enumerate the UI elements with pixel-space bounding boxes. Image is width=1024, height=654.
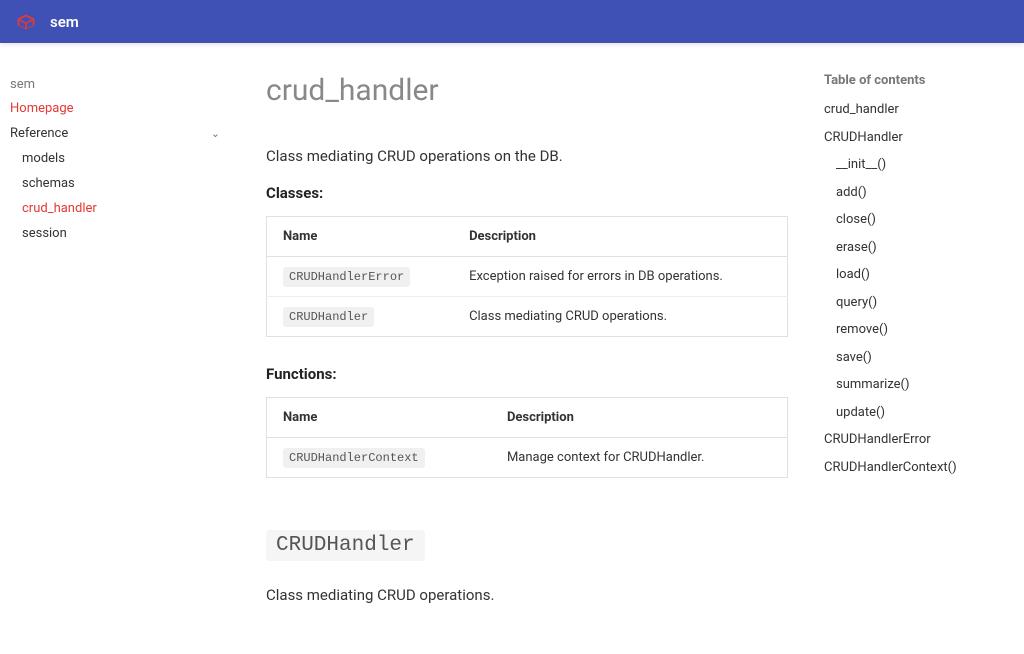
nav-project-title: sem [10,73,220,96]
table-row: CRUDHandler Class mediating CRUD operati… [267,297,788,337]
toc-remove[interactable]: remove() [836,316,1014,344]
nav-schemas[interactable]: schemas [22,171,220,196]
toc-title: Table of contents [824,73,1014,88]
page-title: crud_handler [266,73,788,108]
classes-table: Name Description CRUDHandlerError Except… [266,216,788,337]
toc-crudhandlercontext[interactable]: CRUDHandlerContext() [824,454,1014,482]
toc-save[interactable]: save() [836,344,1014,372]
toc-erase[interactable]: erase() [836,234,1014,262]
th-description: Description [491,398,788,438]
th-description: Description [453,217,787,257]
toc-summarize[interactable]: summarize() [836,371,1014,399]
toc-update[interactable]: update() [836,399,1014,427]
th-name: Name [267,398,491,438]
toc-add[interactable]: add() [836,179,1014,207]
nav-models[interactable]: models [22,146,220,171]
function-name[interactable]: CRUDHandlerContext [283,448,425,468]
toc-crudhandlererror[interactable]: CRUDHandlerError [824,426,1014,454]
section-crudhandler-intro: Class mediating CRUD operations. [266,583,788,607]
toc-crud-handler[interactable]: crud_handler [824,96,1014,124]
main-content: crud_handler Class mediating CRUD operat… [230,43,824,653]
nav-reference-label: Reference [10,126,68,141]
toc-load[interactable]: load() [836,261,1014,289]
toc-close[interactable]: close() [836,206,1014,234]
table-of-contents: Table of contents crud_handler CRUDHandl… [824,43,1024,653]
sidebar-nav: sem Homepage Reference ⌄ models schemas … [0,43,230,653]
toc-crudhandler-class[interactable]: CRUDHandler [824,124,1014,152]
class-desc: Exception raised for errors in DB operat… [453,257,787,297]
th-name: Name [267,217,454,257]
classes-heading: Classes: [266,184,788,202]
function-desc: Manage context for CRUDHandler. [491,438,788,478]
toc-query[interactable]: query() [836,289,1014,317]
section-crudhandler-heading: CRUDHandler [266,530,425,561]
class-name[interactable]: CRUDHandler [283,307,374,327]
page-intro: Class mediating CRUD operations on the D… [266,144,788,168]
nav-session[interactable]: session [22,221,220,246]
logo-icon[interactable] [16,12,36,32]
toc-init[interactable]: __init__() [836,151,1014,179]
class-name[interactable]: CRUDHandlerError [283,267,410,287]
nav-reference[interactable]: Reference ⌄ [10,121,220,146]
table-row: CRUDHandlerContext Manage context for CR… [267,438,788,478]
chevron-down-icon: ⌄ [211,127,220,140]
site-title[interactable]: sem [50,13,79,31]
nav-homepage[interactable]: Homepage [10,96,220,121]
table-row: CRUDHandlerError Exception raised for er… [267,257,788,297]
nav-reference-children: models schemas crud_handler session [10,146,220,246]
functions-table: Name Description CRUDHandlerContext Mana… [266,397,788,478]
layout: sem Homepage Reference ⌄ models schemas … [0,43,1024,653]
header: sem [0,0,1024,43]
nav-crud-handler[interactable]: crud_handler [22,196,220,221]
functions-heading: Functions: [266,365,788,383]
class-desc: Class mediating CRUD operations. [453,297,787,337]
